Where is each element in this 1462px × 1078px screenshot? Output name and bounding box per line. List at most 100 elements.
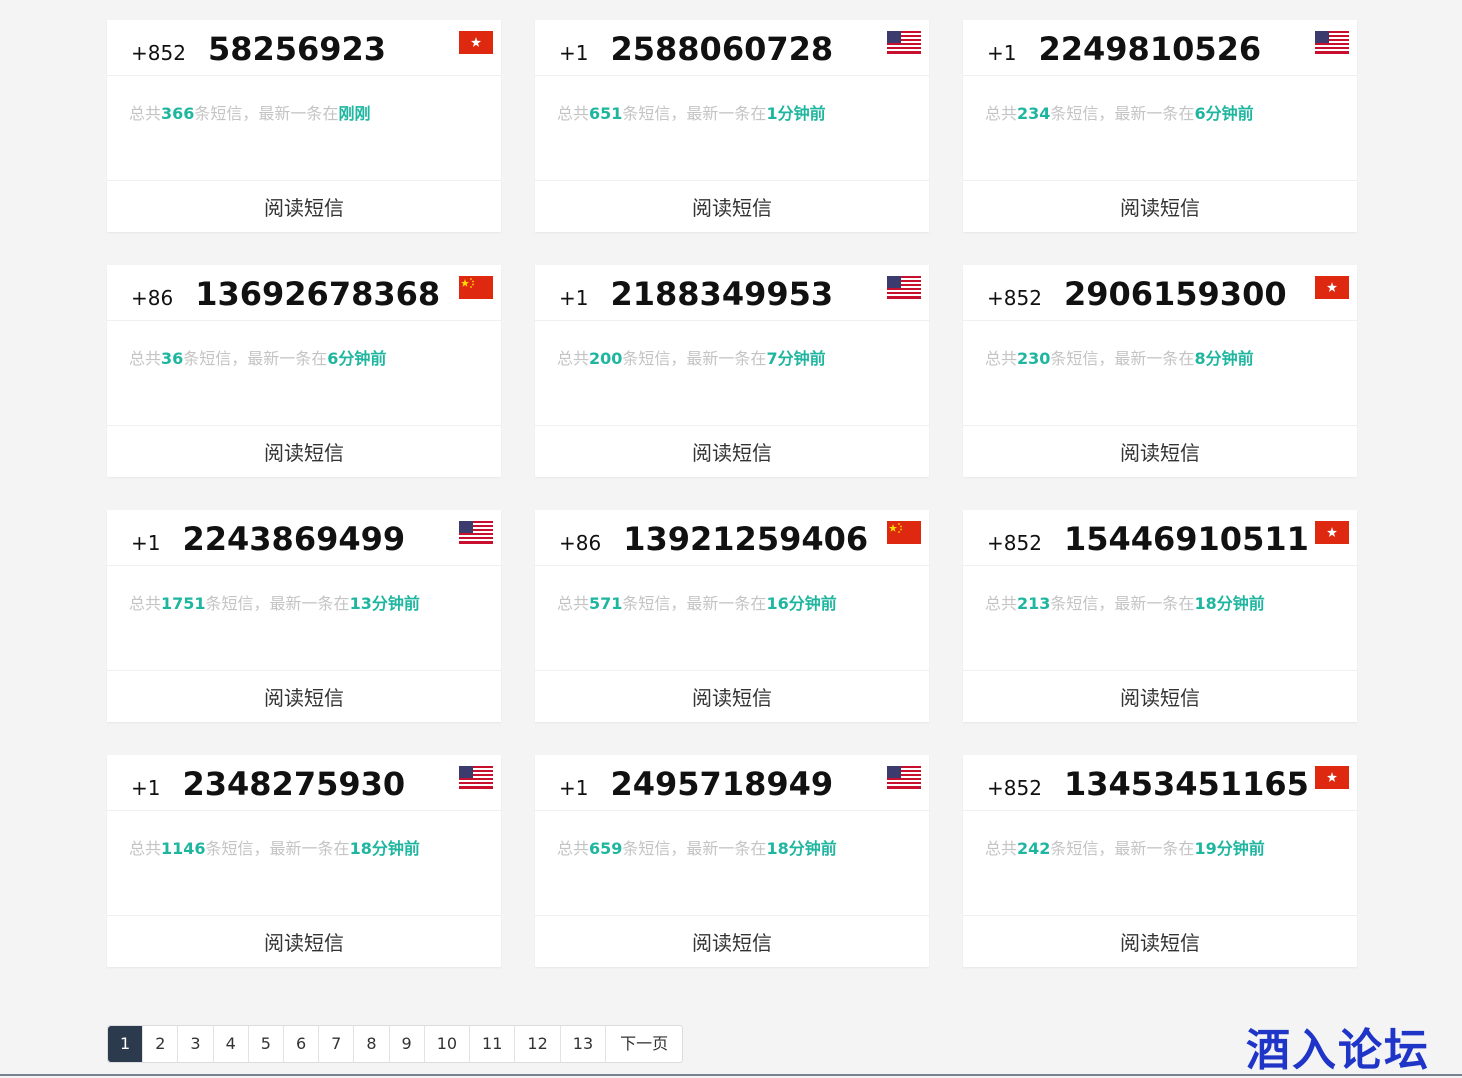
sms-count: 651 <box>589 104 623 123</box>
card-summary: 总共571条短信，最新一条在16分钟前 <box>535 566 929 671</box>
card-summary: 总共1146条短信，最新一条在18分钟前 <box>107 811 501 916</box>
read-sms-button[interactable]: 阅读短信 <box>963 426 1357 476</box>
pagination: 1 2 3 4 5 6 7 8 9 10 11 12 13 下一页 <box>107 1025 684 1063</box>
phone-number[interactable]: 13692678368 <box>195 276 440 312</box>
country-code: +1 <box>559 776 589 800</box>
country-code: +852 <box>987 531 1042 555</box>
phone-number[interactable]: 15446910511 <box>1064 521 1309 557</box>
summary-prefix: 总共 <box>129 839 162 858</box>
summary-middle: 条短信，最新一条在 <box>205 594 350 613</box>
latest-time: 18分钟前 <box>1194 594 1265 613</box>
summary-prefix: 总共 <box>557 104 590 123</box>
read-sms-button[interactable]: 阅读短信 <box>107 671 501 721</box>
page-link-12[interactable]: 12 <box>515 1026 561 1062</box>
card-header: +1 2495718949 <box>535 755 929 811</box>
page-link-4[interactable]: 4 <box>214 1026 249 1062</box>
phone-number[interactable]: 58256923 <box>208 31 386 67</box>
card-header: +1 2249810526 <box>963 20 1357 76</box>
page-link-13[interactable]: 13 <box>561 1026 607 1062</box>
read-sms-button[interactable]: 阅读短信 <box>535 426 929 476</box>
us-flag-icon <box>459 521 493 544</box>
page-link-6[interactable]: 6 <box>284 1026 320 1062</box>
phone-card: +1 2249810526 总共234条短信，最新一条在6分钟前 阅读短信 <box>963 20 1357 232</box>
us-flag-icon <box>459 766 493 789</box>
summary-middle: 条短信，最新一条在 <box>1050 839 1195 858</box>
read-sms-button[interactable]: 阅读短信 <box>535 671 929 721</box>
phone-number[interactable]: 2243869499 <box>182 521 405 557</box>
card-header: +852 2906159300 <box>963 265 1357 321</box>
us-flag-icon <box>887 31 921 54</box>
phone-card: +852 15446910511 总共213条短信，最新一条在18分钟前 阅读短… <box>963 510 1357 722</box>
summary-prefix: 总共 <box>985 594 1018 613</box>
us-flag-icon <box>1315 31 1349 54</box>
country-code: +1 <box>987 41 1017 65</box>
summary-middle: 条短信，最新一条在 <box>1050 104 1195 123</box>
sms-count: 230 <box>1017 349 1051 368</box>
summary-prefix: 总共 <box>557 839 590 858</box>
page-link-10[interactable]: 10 <box>425 1026 471 1062</box>
card-summary: 总共366条短信，最新一条在刚刚 <box>107 76 501 181</box>
phone-number[interactable]: 2588060728 <box>610 31 833 67</box>
latest-time: 7分钟前 <box>766 349 826 368</box>
card-header: +86 13921259406 <box>535 510 929 566</box>
phone-number[interactable]: 2495718949 <box>610 766 833 802</box>
phone-card: +1 2495718949 总共659条短信，最新一条在18分钟前 阅读短信 <box>535 755 929 967</box>
card-summary: 总共659条短信，最新一条在18分钟前 <box>535 811 929 916</box>
page-link-1[interactable]: 1 <box>108 1026 144 1062</box>
summary-prefix: 总共 <box>985 839 1018 858</box>
phone-number[interactable]: 2249810526 <box>1038 31 1261 67</box>
country-code: +86 <box>559 531 602 555</box>
page-link-9[interactable]: 9 <box>390 1026 425 1062</box>
phone-card: +1 2348275930 总共1146条短信，最新一条在18分钟前 阅读短信 <box>107 755 501 967</box>
read-sms-button[interactable]: 阅读短信 <box>107 181 501 231</box>
page-link-5[interactable]: 5 <box>249 1026 284 1062</box>
page-link-8[interactable]: 8 <box>354 1026 390 1062</box>
latest-time: 8分钟前 <box>1194 349 1254 368</box>
country-code: +852 <box>987 776 1042 800</box>
card-summary: 总共200条短信，最新一条在7分钟前 <box>535 321 929 426</box>
sms-count: 1146 <box>161 839 206 858</box>
card-header: +1 2243869499 <box>107 510 501 566</box>
country-code: +1 <box>559 286 589 310</box>
summary-prefix: 总共 <box>129 104 162 123</box>
next-page-button[interactable]: 下一页 <box>606 1026 682 1062</box>
page-link-3[interactable]: 3 <box>178 1026 214 1062</box>
card-summary: 总共230条短信，最新一条在8分钟前 <box>963 321 1357 426</box>
card-header: +1 2588060728 <box>535 20 929 76</box>
phone-card: +86 13692678368 总共36条短信，最新一条在6分钟前 阅读短信 <box>107 265 501 477</box>
phone-card: +1 2188349953 总共200条短信，最新一条在7分钟前 阅读短信 <box>535 265 929 477</box>
sms-count: 213 <box>1017 594 1051 613</box>
summary-middle: 条短信，最新一条在 <box>205 839 350 858</box>
read-sms-button[interactable]: 阅读短信 <box>535 916 929 966</box>
card-summary: 总共234条短信，最新一条在6分钟前 <box>963 76 1357 181</box>
summary-middle: 条短信，最新一条在 <box>622 349 767 368</box>
phone-number[interactable]: 13921259406 <box>623 521 868 557</box>
phone-card-grid: +852 58256923 总共366条短信，最新一条在刚刚 阅读短信 +1 2… <box>107 20 1357 967</box>
hk-flag-icon <box>459 31 493 54</box>
country-code: +1 <box>131 776 161 800</box>
read-sms-button[interactable]: 阅读短信 <box>107 916 501 966</box>
watermark-logo: 酒入论坛 <box>1246 1025 1430 1076</box>
phone-number[interactable]: 2348275930 <box>182 766 405 802</box>
read-sms-button[interactable]: 阅读短信 <box>963 181 1357 231</box>
phone-number[interactable]: 2906159300 <box>1064 276 1287 312</box>
country-code: +852 <box>131 41 186 65</box>
phone-number[interactable]: 13453451165 <box>1064 766 1309 802</box>
hk-flag-icon <box>1315 521 1349 544</box>
phone-number[interactable]: 2188349953 <box>610 276 833 312</box>
phone-card: +852 58256923 总共366条短信，最新一条在刚刚 阅读短信 <box>107 20 501 232</box>
read-sms-button[interactable]: 阅读短信 <box>535 181 929 231</box>
page-link-11[interactable]: 11 <box>470 1026 516 1062</box>
summary-prefix: 总共 <box>557 349 590 368</box>
page-link-7[interactable]: 7 <box>319 1026 355 1062</box>
country-code: +86 <box>131 286 174 310</box>
read-sms-button[interactable]: 阅读短信 <box>963 916 1357 966</box>
country-code: +852 <box>987 286 1042 310</box>
page-link-2[interactable]: 2 <box>143 1026 179 1062</box>
cn-flag-icon <box>887 521 921 544</box>
latest-time: 6分钟前 <box>327 349 387 368</box>
read-sms-button[interactable]: 阅读短信 <box>963 671 1357 721</box>
cn-flag-icon <box>459 276 493 299</box>
summary-middle: 条短信，最新一条在 <box>622 839 767 858</box>
read-sms-button[interactable]: 阅读短信 <box>107 426 501 476</box>
